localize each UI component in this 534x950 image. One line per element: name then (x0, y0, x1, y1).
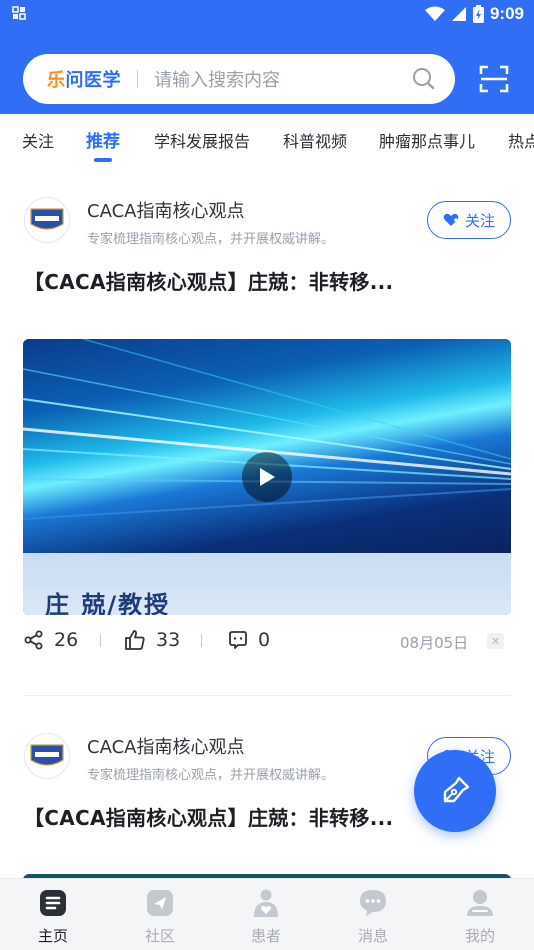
brand-logo-part1: 乐 (47, 70, 66, 91)
author-avatar[interactable] (24, 733, 70, 779)
heart-plus-icon (443, 213, 459, 226)
post-date: 08月05日 (400, 634, 469, 652)
wifi-icon (424, 6, 445, 21)
tab-hot[interactable]: 热点 (508, 128, 534, 152)
nav-profile-label: 我的 (464, 927, 495, 945)
scan-icon[interactable] (479, 65, 509, 93)
home-icon (40, 890, 66, 916)
post-card[interactable]: CACA指南核心观点 专家梳理指南核心观点，并开展权威讲解。 关注 【CACA指… (0, 170, 534, 696)
profile-icon (467, 890, 493, 916)
compose-button[interactable] (414, 750, 496, 832)
message-icon (360, 890, 386, 916)
share-icon (24, 630, 43, 650)
nav-messages[interactable]: 消息 (320, 879, 426, 950)
nav-home-label: 主页 (37, 927, 68, 945)
search-icon[interactable] (411, 66, 437, 92)
brand-logo-part2: 问医学 (65, 70, 121, 91)
nav-profile[interactable]: 我的 (427, 879, 533, 950)
stat-separator (100, 634, 101, 647)
post-title[interactable]: 【CACA指南核心观点】庄兢：非转移... (24, 266, 393, 295)
post-title[interactable]: 【CACA指南核心观点】庄兢：非转移... (24, 802, 393, 831)
author-description: 专家梳理指南核心观点，并开展权威讲解。 (87, 232, 335, 247)
tab-discipline-report[interactable]: 学科发展报告 (154, 128, 250, 152)
pen-icon (443, 776, 470, 803)
dismiss-icon[interactable]: ✕ (487, 633, 504, 649)
author-name[interactable]: CACA指南核心观点 (87, 733, 244, 759)
signal-icon (451, 7, 466, 21)
nav-patient-label: 患者 (250, 927, 281, 945)
tab-recommend[interactable]: 推荐 (86, 127, 120, 152)
video-caption: 庄 兢/教授 (45, 591, 171, 615)
nav-community-label: 社区 (144, 927, 175, 945)
author-name[interactable]: CACA指南核心观点 (87, 197, 244, 223)
follow-label: 关注 (464, 211, 495, 230)
nav-messages-label: 消息 (357, 927, 388, 945)
author-description: 专家梳理指南核心观点，并开展权威讲解。 (87, 768, 335, 783)
search-bar[interactable]: 乐问医学 请输入搜索内容 (23, 54, 455, 104)
nav-community[interactable]: 社区 (107, 879, 213, 950)
tab-tumor-stories[interactable]: 肿瘤那点事儿 (379, 128, 475, 152)
like-count: 33 (156, 629, 181, 651)
post-stats: 26 33 0 08月05日 ✕ (0, 625, 534, 657)
tab-follow[interactable]: 关注 (22, 128, 54, 152)
notification-icon (12, 6, 26, 20)
status-bar: 9:09 (0, 0, 534, 28)
shield-icon (30, 208, 64, 230)
video-thumbnail[interactable]: 庄 兢/教授 (23, 339, 511, 615)
nav-patient[interactable]: 患者 (213, 879, 319, 950)
nav-home[interactable]: 主页 (0, 879, 106, 950)
play-button[interactable] (242, 452, 292, 502)
video-frame (23, 339, 511, 553)
stat-separator (201, 634, 202, 647)
like-stat[interactable]: 33 (124, 629, 180, 651)
follow-button[interactable]: 关注 (427, 201, 511, 239)
light-streaks (23, 339, 511, 520)
status-time: 9:09 (489, 4, 524, 23)
play-icon (260, 468, 275, 486)
search-input[interactable]: 请输入搜索内容 (154, 66, 411, 92)
share-count: 26 (54, 629, 79, 651)
thumbs-up-icon (125, 630, 145, 650)
comment-icon (229, 631, 247, 649)
active-tab-indicator (94, 158, 112, 162)
tab-science-video[interactable]: 科普视频 (283, 128, 347, 152)
status-right: 9:09 (424, 3, 524, 25)
comment-count: 0 (258, 629, 271, 651)
search-separator (137, 70, 138, 88)
shield-icon (30, 744, 64, 766)
comment-stat[interactable]: 0 (228, 629, 270, 651)
brand-logo: 乐问医学 (47, 66, 121, 92)
app-root: 9:09 乐问医学 请输入搜索内容 关注 推荐 学科发展报告 科普视频 肿瘤那点… (0, 0, 534, 950)
author-avatar[interactable] (24, 197, 70, 243)
header: 9:09 乐问医学 请输入搜索内容 (0, 0, 534, 114)
community-icon (147, 890, 173, 916)
patient-icon (254, 889, 278, 917)
bottom-nav: 主页 社区 患者 消息 我的 (0, 878, 534, 950)
category-tabs: 关注 推荐 学科发展报告 科普视频 肿瘤那点事儿 热点 (0, 114, 534, 170)
share-stat[interactable]: 26 (24, 629, 78, 651)
battery-icon (472, 5, 484, 23)
